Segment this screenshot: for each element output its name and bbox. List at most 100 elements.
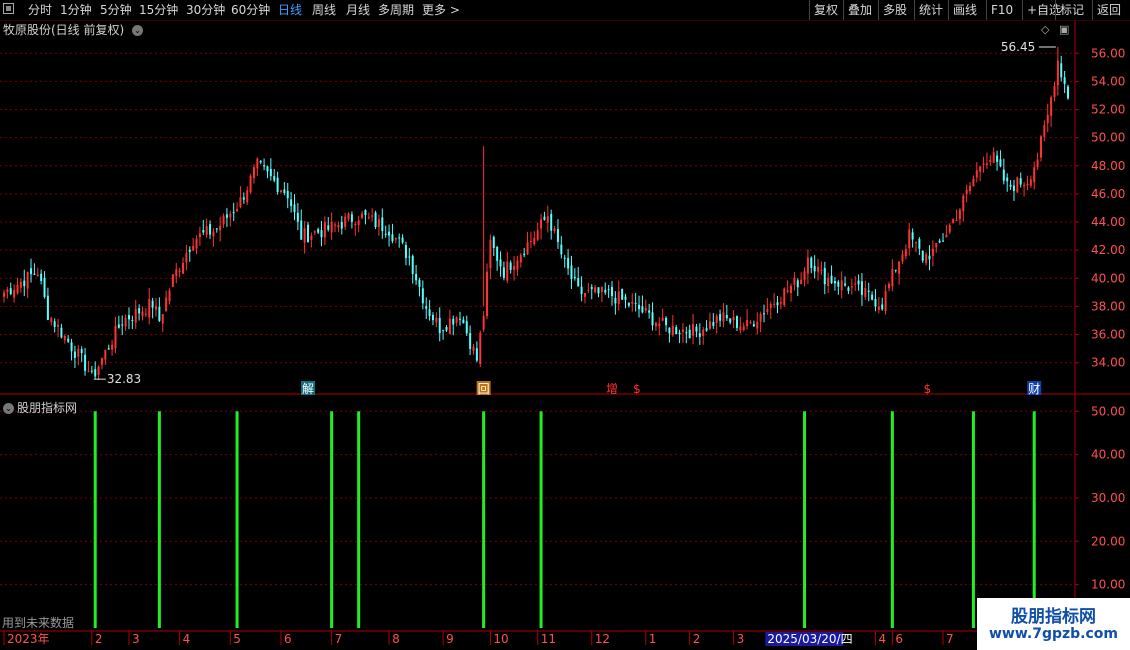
candle-body bbox=[357, 220, 360, 225]
candle-body bbox=[536, 230, 539, 240]
candle-body bbox=[996, 155, 999, 162]
candle-body bbox=[627, 302, 630, 306]
signal-bar bbox=[971, 411, 975, 628]
candle-body bbox=[263, 165, 266, 167]
period-tab-9[interactable]: 多周期 bbox=[378, 2, 414, 18]
toolbar-separator bbox=[1092, 0, 1093, 20]
x-axis-label-15: 4 bbox=[878, 632, 886, 646]
window-icon[interactable] bbox=[3, 3, 14, 14]
candle-body bbox=[165, 297, 168, 312]
y-tick-label: 44.00 bbox=[1091, 215, 1125, 229]
candle-body bbox=[104, 349, 107, 360]
candle-body bbox=[891, 269, 894, 287]
chart-canvas[interactable]: 34.00 36.00 38.00 40.00 42.00 44.00 46.00 48.00… bbox=[0, 0, 1130, 650]
candle-body bbox=[506, 261, 509, 281]
stats-button[interactable]: 统计 bbox=[919, 2, 943, 18]
candle-body bbox=[952, 219, 955, 224]
candle-body bbox=[648, 310, 651, 313]
period-tab-3[interactable]: 15分钟 bbox=[139, 2, 178, 18]
toolbar-separator bbox=[843, 0, 844, 20]
candle-body bbox=[594, 287, 597, 293]
candle-body bbox=[307, 224, 309, 242]
candle-body bbox=[225, 214, 228, 218]
overlay-button[interactable]: 叠加 bbox=[848, 2, 872, 18]
candle-body bbox=[735, 316, 738, 328]
candle-body bbox=[553, 228, 556, 232]
candle-body bbox=[871, 294, 874, 300]
candle-body bbox=[1006, 177, 1009, 182]
candle-body bbox=[671, 325, 674, 336]
period-tab-2[interactable]: 5分钟 bbox=[100, 2, 132, 18]
indicator-name: 股朋指标网 bbox=[17, 401, 78, 415]
event-marker-0: 解 bbox=[302, 382, 314, 396]
candle-body bbox=[921, 250, 924, 261]
candle-body bbox=[604, 289, 607, 293]
candle-body bbox=[962, 195, 965, 212]
candle-body bbox=[722, 312, 725, 322]
candle-body bbox=[67, 338, 70, 342]
candle-body bbox=[43, 277, 46, 297]
period-tab-6[interactable]: 日线 bbox=[278, 2, 302, 18]
period-tab-4[interactable]: 30分钟 bbox=[186, 2, 225, 18]
candle-body bbox=[631, 301, 634, 304]
period-tab-0[interactable]: 分时 bbox=[28, 2, 52, 18]
candle-body bbox=[222, 215, 225, 225]
panel-toggle-icon[interactable]: ▣ bbox=[1059, 23, 1069, 36]
candle-body bbox=[969, 185, 972, 192]
candle-body bbox=[256, 158, 259, 169]
candle-body bbox=[958, 209, 961, 220]
draw-line-button[interactable]: 画线 bbox=[953, 2, 977, 18]
candle-body bbox=[790, 285, 793, 293]
candle-body bbox=[901, 254, 904, 262]
candle-body bbox=[401, 237, 404, 243]
candle-body bbox=[1016, 177, 1019, 193]
candle-body bbox=[60, 327, 63, 338]
diamond-icon[interactable]: ◇ bbox=[1041, 23, 1049, 36]
candle-body bbox=[192, 245, 195, 251]
candle-body bbox=[756, 321, 759, 329]
multi-stock-button[interactable]: 多股 bbox=[883, 2, 907, 18]
candle-body bbox=[989, 160, 992, 162]
candle-body bbox=[182, 262, 185, 274]
watermark-title: 股朋指标网 bbox=[1011, 607, 1096, 627]
candle-body bbox=[783, 288, 786, 305]
signal-bar bbox=[539, 411, 543, 628]
candle-body bbox=[567, 258, 570, 269]
indicator-tick-label: 10.00 bbox=[1091, 578, 1125, 592]
candle-body bbox=[94, 369, 97, 377]
candle-body bbox=[523, 253, 526, 256]
period-tab-7[interactable]: 周线 bbox=[312, 2, 336, 18]
candle-body bbox=[80, 349, 83, 354]
candle-body bbox=[580, 286, 583, 294]
candle-body bbox=[138, 308, 141, 314]
candle-body bbox=[141, 311, 144, 317]
period-tab-10[interactable]: 更多 > bbox=[422, 2, 460, 18]
candle-body bbox=[13, 289, 16, 298]
candle-body bbox=[992, 152, 995, 163]
chevron-down-icon[interactable]: ⌄ bbox=[3, 403, 14, 414]
back-button[interactable]: 返回 bbox=[1097, 2, 1121, 18]
candle-body bbox=[570, 265, 573, 279]
x-axis-label-4: 5 bbox=[233, 632, 241, 646]
candle-body bbox=[384, 233, 387, 235]
candle-body bbox=[813, 266, 816, 272]
candle-body bbox=[617, 291, 620, 305]
candle-body bbox=[121, 324, 124, 326]
fuquan-button[interactable]: 复权 bbox=[814, 2, 838, 18]
chevron-down-icon[interactable]: ⌄ bbox=[132, 25, 144, 36]
period-tab-8[interactable]: 月线 bbox=[346, 2, 370, 18]
candle-body bbox=[63, 335, 66, 341]
candle-body bbox=[597, 287, 600, 294]
candle-body bbox=[300, 220, 303, 240]
candle-body bbox=[131, 319, 134, 321]
stock-title: 牧原股份(日线 前复权) bbox=[3, 23, 125, 37]
candle-body bbox=[692, 324, 695, 336]
f10-button[interactable]: F10 bbox=[991, 2, 1013, 18]
mark-button[interactable]: 标记 bbox=[1060, 2, 1084, 18]
candle-body bbox=[563, 257, 566, 259]
period-tab-5[interactable]: 60分钟 bbox=[231, 2, 270, 18]
candle-body bbox=[729, 318, 732, 323]
period-tab-1[interactable]: 1分钟 bbox=[60, 2, 92, 18]
signal-bar bbox=[93, 411, 97, 628]
candle-body bbox=[702, 329, 705, 337]
